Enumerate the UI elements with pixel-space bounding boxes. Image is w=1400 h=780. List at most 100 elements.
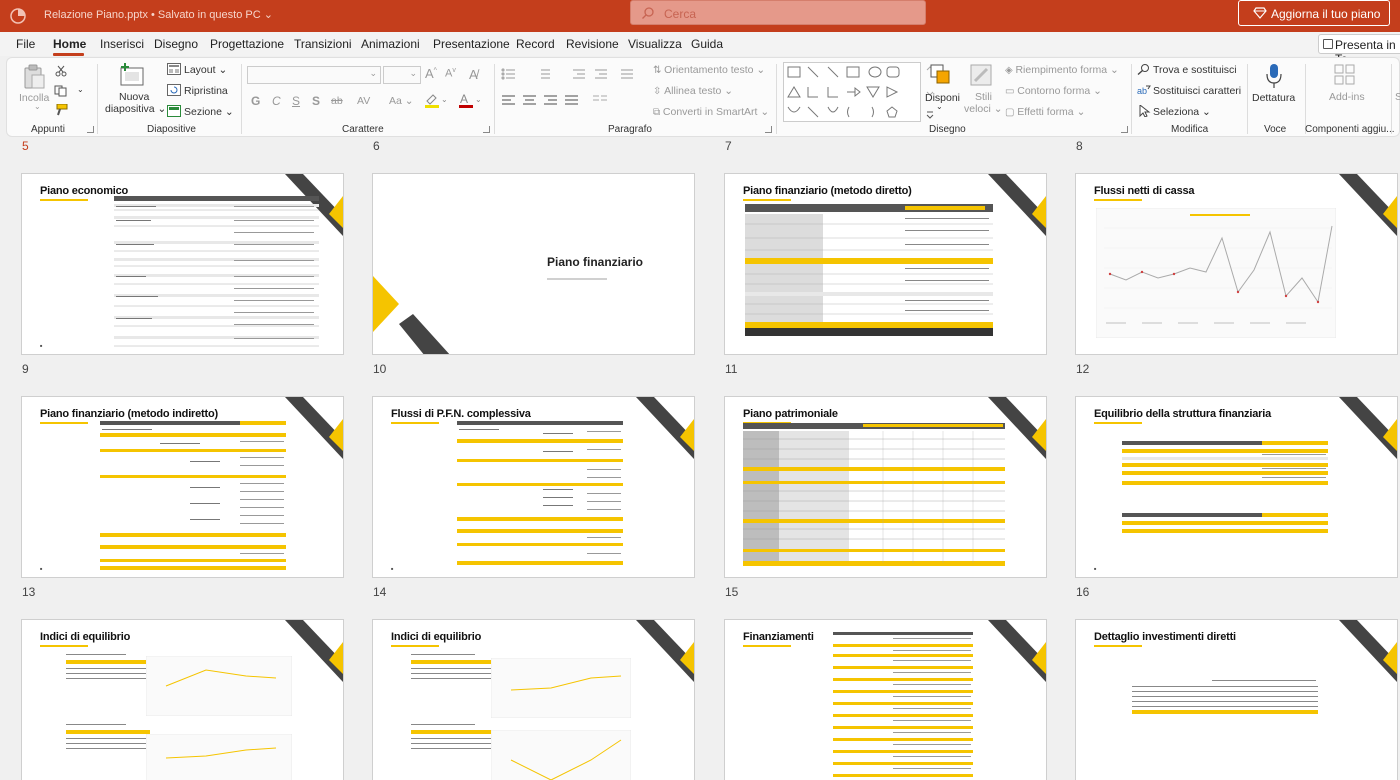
section-icon[interactable] xyxy=(167,105,181,117)
group-label-appunti: Appunti xyxy=(31,124,65,135)
grow-font-button[interactable]: A^ xyxy=(425,66,437,81)
convert-smartart-button[interactable]: ⧉ Converti in SmartArt ⌄ xyxy=(653,106,769,118)
font-size-field[interactable]: ⌄ xyxy=(383,66,421,84)
copy-icon[interactable] xyxy=(54,85,68,97)
change-case-button[interactable]: Aa ⌄ xyxy=(389,95,414,107)
slide-thumbnail[interactable]: Finanziamenti xyxy=(724,619,1047,780)
present-button[interactable]: Presenta in Te xyxy=(1318,34,1400,66)
slide-thumbnail[interactable]: Indici di equilibrio xyxy=(21,619,344,780)
layout-button[interactable]: Layout ⌄ xyxy=(184,64,227,76)
format-painter-icon[interactable] xyxy=(54,104,68,116)
slide-table xyxy=(743,423,1005,566)
align-text-button[interactable]: ⇳ Allinea testo ⌄ xyxy=(653,85,733,97)
disegno-launcher[interactable] xyxy=(1121,126,1128,133)
active-tab-indicator xyxy=(53,53,84,56)
select-button[interactable]: Seleziona ⌄ xyxy=(1153,106,1211,118)
paste-icon[interactable] xyxy=(22,64,46,90)
slide-thumbnail[interactable]: Piano finanziario (metodo indiretto) ■ xyxy=(21,396,344,578)
tab-inserisci[interactable]: Inserisci xyxy=(100,37,144,51)
slide-thumbnail[interactable]: Piano finanziario (metodo diretto) xyxy=(724,173,1047,355)
italic-button[interactable]: C xyxy=(272,94,281,108)
slide-number: 6 xyxy=(373,139,380,153)
group-label-carattere: Carattere xyxy=(342,124,384,135)
new-slide-icon[interactable] xyxy=(119,63,145,87)
shape-effects-button[interactable]: ▢ Effetti forma ⌄ xyxy=(1005,106,1085,118)
tab-progettazione[interactable]: Progettazione xyxy=(210,37,284,51)
shadow-button[interactable]: S xyxy=(312,94,320,108)
quick-styles-label-2[interactable]: veloci ⌄ xyxy=(964,103,1003,115)
list-buttons[interactable] xyxy=(501,67,636,81)
slide-line-chart xyxy=(146,656,292,716)
paragrafo-launcher[interactable] xyxy=(765,126,772,133)
slide-line-chart xyxy=(146,734,292,780)
shrink-font-button[interactable]: Av xyxy=(445,67,456,80)
new-slide-label-2[interactable]: diapositiva ⌄ xyxy=(105,103,166,115)
replace-chars-button[interactable]: Sostituisci caratteri xyxy=(1153,85,1241,97)
align-buttons[interactable] xyxy=(501,94,613,108)
upgrade-button[interactable]: Aggiorna il tuo piano xyxy=(1238,0,1390,26)
tab-visualizza[interactable]: Visualizza xyxy=(628,37,682,51)
spacing-button[interactable]: AV xyxy=(357,95,370,107)
tab-record[interactable]: Record xyxy=(516,37,555,51)
slide-sorter[interactable]: 5 6 7 8 Piano economico ■ Piano finanzia… xyxy=(0,137,1400,780)
tab-transizioni[interactable]: Transizioni xyxy=(294,37,352,51)
search-icon xyxy=(642,7,654,19)
slide-corner-decoration xyxy=(988,174,1046,236)
shape-fill-button[interactable]: ◈ Riempimento forma ⌄ xyxy=(1005,64,1119,76)
cut-icon[interactable] xyxy=(54,65,68,77)
slide-corner-decoration xyxy=(988,620,1046,682)
section-button[interactable]: Sezione ⌄ xyxy=(184,106,234,118)
slide-number: 10 xyxy=(373,362,387,376)
carattere-launcher[interactable] xyxy=(483,126,490,133)
tab-presentazione[interactable]: Presentazione xyxy=(433,37,510,51)
shapes-gallery[interactable] xyxy=(783,62,921,122)
new-slide-label-1[interactable]: Nuova xyxy=(119,91,149,103)
clear-format-button[interactable]: A̸ xyxy=(469,67,478,82)
slide-title: Equilibrio della struttura finanziaria xyxy=(1094,408,1271,420)
slide-thumbnail[interactable]: Dettaglio investimenti diretti xyxy=(1075,619,1398,780)
shape-outline-button[interactable]: ▭ Contorno forma ⌄ xyxy=(1005,85,1102,97)
slide-title: Dettaglio investimenti diretti xyxy=(1094,631,1236,643)
microphone-icon[interactable] xyxy=(1264,62,1284,90)
font-name-field[interactable]: ⌄ xyxy=(247,66,381,84)
document-title[interactable]: Relazione Piano.pptx • Salvato in questo… xyxy=(44,8,273,21)
dictate-button[interactable]: Dettatura xyxy=(1252,92,1295,104)
slide-number: 12 xyxy=(1076,362,1090,376)
slide-thumbnail[interactable]: Indici di equilibrio xyxy=(372,619,695,780)
tab-revisione[interactable]: Revisione xyxy=(566,37,619,51)
reset-icon[interactable] xyxy=(167,84,181,96)
tab-guida[interactable]: Guida xyxy=(691,37,723,51)
find-replace-button[interactable]: Trova e sostituisci xyxy=(1153,64,1237,76)
addins-button[interactable]: Add-ins xyxy=(1329,91,1365,103)
slide-table xyxy=(833,632,973,777)
slide-table xyxy=(1132,680,1318,714)
tab-home[interactable]: Home xyxy=(53,37,86,51)
slide-thumbnail[interactable]: Flussi di P.F.N. complessiva ■ xyxy=(372,396,695,578)
tab-disegno[interactable]: Disegno xyxy=(154,37,198,51)
reset-button[interactable]: Ripristina xyxy=(184,85,228,97)
slide-table xyxy=(457,421,623,565)
layout-icon[interactable] xyxy=(167,63,181,75)
slide-line-chart xyxy=(1096,208,1336,338)
slide-thumbnail[interactable]: Piano economico ■ xyxy=(21,173,344,355)
font-color-icon[interactable]: A ⌄ xyxy=(457,92,481,108)
text-direction-button[interactable]: ⇅ Orientamento testo ⌄ xyxy=(653,64,765,76)
slide-table xyxy=(114,196,319,347)
search-box[interactable]: Cerca xyxy=(630,0,926,25)
tab-animazioni[interactable]: Animazioni xyxy=(361,37,420,51)
appunti-launcher[interactable] xyxy=(87,126,94,133)
bold-button[interactable]: G xyxy=(251,94,260,108)
powerpoint-icon[interactable] xyxy=(10,8,26,24)
arrange-icon[interactable] xyxy=(929,63,955,87)
strikethrough-button[interactable]: ab xyxy=(331,95,343,107)
slide-thumbnail[interactable]: Equilibrio della struttura finanziaria ■ xyxy=(1075,396,1398,578)
highlight-icon[interactable]: ⌄ xyxy=(423,92,447,108)
quick-styles-icon[interactable] xyxy=(969,63,995,89)
slide-thumbnail[interactable]: Piano finanziario xyxy=(372,173,695,355)
underline-button[interactable]: S xyxy=(292,94,300,108)
slide-thumbnail[interactable]: Piano patrimoniale xyxy=(724,396,1047,578)
quick-styles-label-1[interactable]: Stili xyxy=(975,91,992,103)
tab-file[interactable]: File xyxy=(16,37,35,51)
slide-thumbnail[interactable]: Flussi netti di cassa xyxy=(1075,173,1398,355)
addins-icon[interactable] xyxy=(1333,63,1357,87)
